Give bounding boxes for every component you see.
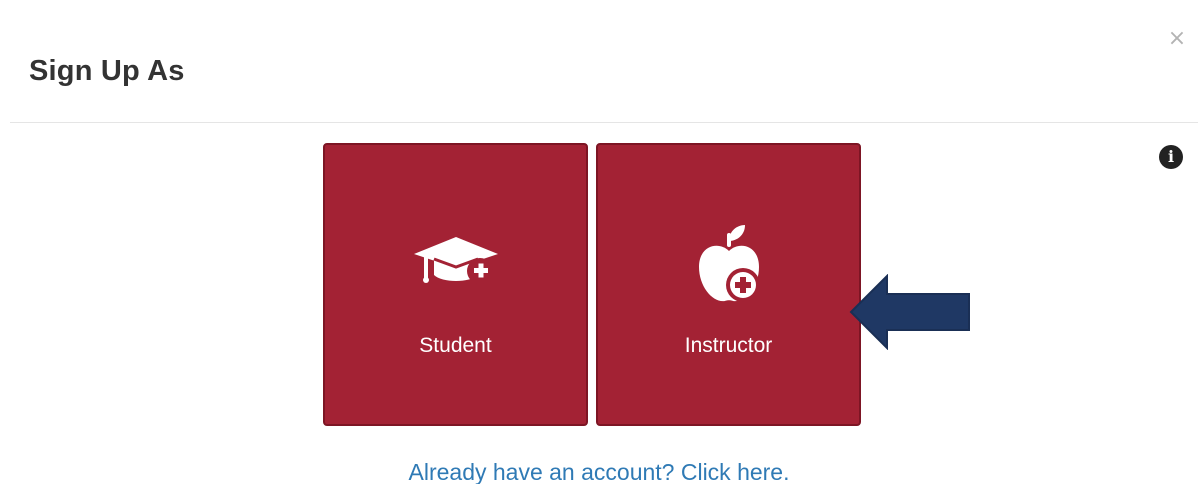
- modal-header: Sign Up As ×: [0, 0, 1198, 122]
- student-role-button[interactable]: Student: [323, 143, 588, 426]
- modal-title: Sign Up As: [29, 55, 185, 87]
- login-link[interactable]: Already have an account? Click here.: [0, 458, 1198, 484]
- apple-plus-icon: [698, 225, 760, 302]
- arrow-left-icon: [849, 274, 970, 350]
- header-divider: [10, 122, 1198, 123]
- graduation-cap-plus-icon: [413, 237, 498, 284]
- info-icon[interactable]: i: [1159, 145, 1183, 169]
- instructor-role-button[interactable]: Instructor: [596, 143, 861, 426]
- student-label: Student: [419, 334, 492, 357]
- sign-up-modal: Sign Up As × i Student Instructor Alread…: [0, 0, 1198, 484]
- instructor-label: Instructor: [684, 334, 773, 357]
- close-button[interactable]: ×: [1166, 26, 1188, 52]
